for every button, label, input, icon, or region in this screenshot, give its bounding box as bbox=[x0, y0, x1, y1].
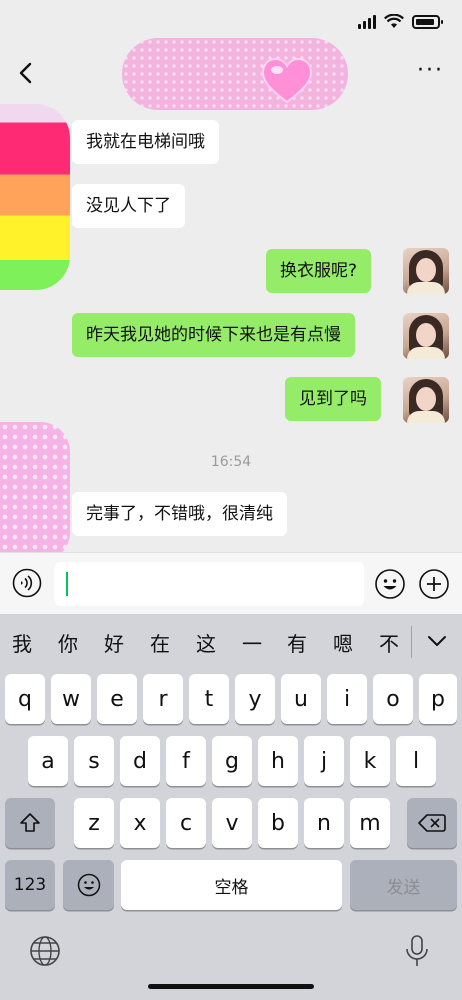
chat-header: ··· bbox=[0, 48, 462, 100]
candidate-word[interactable]: 你 bbox=[53, 628, 83, 657]
key-d[interactable]: d bbox=[120, 736, 160, 786]
key-k[interactable]: k bbox=[350, 736, 390, 786]
input-bar bbox=[0, 552, 462, 614]
key-z[interactable]: z bbox=[74, 798, 114, 848]
candidate-word[interactable]: 在 bbox=[145, 628, 175, 657]
shift-key[interactable] bbox=[5, 798, 55, 848]
voice-icon[interactable] bbox=[12, 568, 42, 598]
key-m[interactable]: m bbox=[350, 798, 390, 848]
message-timestamp: 16:54 bbox=[210, 454, 252, 470]
key-o[interactable]: o bbox=[373, 674, 413, 724]
emoji-icon bbox=[77, 873, 100, 897]
battery-icon bbox=[412, 14, 443, 29]
key-r[interactable]: r bbox=[143, 674, 183, 724]
message-bubble[interactable]: 完事了，不错哦，很清纯 bbox=[72, 492, 287, 536]
key-b[interactable]: b bbox=[258, 798, 298, 848]
candidate-word[interactable]: 嗯 bbox=[328, 628, 358, 657]
key-j[interactable]: j bbox=[304, 736, 344, 786]
key-g[interactable]: g bbox=[212, 736, 252, 786]
avatar[interactable] bbox=[403, 313, 449, 359]
candidate-bar: 我 你 好 在 这 一 有 嗯 不 bbox=[0, 614, 462, 668]
shift-icon bbox=[20, 813, 40, 832]
key-q[interactable]: q bbox=[5, 674, 45, 724]
message-bubble[interactable]: 我就在电梯间哦 bbox=[72, 120, 219, 164]
key-w[interactable]: w bbox=[51, 674, 91, 724]
keyboard: 我 你 好 在 这 一 有 嗯 不 q w e r t y u i o p a … bbox=[0, 614, 462, 1000]
candidate-word[interactable]: 不 bbox=[374, 628, 404, 657]
key-i[interactable]: i bbox=[327, 674, 367, 724]
space-key[interactable]: 空格 bbox=[121, 860, 342, 910]
avatar[interactable] bbox=[403, 377, 449, 423]
emoji-icon[interactable] bbox=[374, 568, 406, 600]
key-n[interactable]: n bbox=[304, 798, 344, 848]
backspace-key[interactable] bbox=[407, 798, 457, 848]
candidate-word[interactable]: 一 bbox=[237, 628, 267, 657]
candidate-word[interactable]: 这 bbox=[191, 628, 221, 657]
key-t[interactable]: t bbox=[189, 674, 229, 724]
key-e[interactable]: e bbox=[97, 674, 137, 724]
key-s[interactable]: s bbox=[74, 736, 114, 786]
message-bubble[interactable]: 见到了吗 bbox=[285, 377, 381, 421]
chevron-left-icon[interactable] bbox=[14, 60, 40, 86]
numbers-key[interactable]: 123 bbox=[5, 860, 55, 910]
avatar[interactable] bbox=[403, 248, 449, 294]
candidate-divider bbox=[411, 626, 412, 658]
key-f[interactable]: f bbox=[166, 736, 206, 786]
key-c[interactable]: c bbox=[166, 798, 206, 848]
more-button[interactable]: ··· bbox=[417, 60, 444, 82]
status-bar bbox=[0, 0, 462, 48]
key-p[interactable]: p bbox=[419, 674, 457, 724]
key-v[interactable]: v bbox=[212, 798, 252, 848]
cellular-signal-icon bbox=[358, 14, 376, 29]
wifi-icon bbox=[384, 14, 404, 28]
candidate-word[interactable]: 有 bbox=[282, 628, 312, 657]
send-key[interactable]: 发送 bbox=[350, 860, 457, 910]
message-bubble[interactable]: 换衣服呢? bbox=[266, 249, 372, 293]
key-y[interactable]: y bbox=[235, 674, 275, 724]
message-bubble[interactable]: 没见人下了 bbox=[72, 184, 185, 228]
backspace-icon bbox=[418, 814, 446, 832]
candidate-word[interactable]: 好 bbox=[99, 628, 129, 657]
chevron-down-icon[interactable] bbox=[424, 628, 450, 654]
message-bubble[interactable]: 昨天我见她的时候下来也是有点慢 bbox=[72, 313, 355, 357]
home-indicator bbox=[148, 984, 314, 989]
key-a[interactable]: a bbox=[28, 736, 68, 786]
chat-messages: 我就在电梯间哦 没见人下了 换衣服呢? 昨天我见她的时候下来也是有点慢 见到了吗… bbox=[0, 100, 462, 552]
globe-icon[interactable] bbox=[28, 934, 62, 968]
microphone-icon[interactable] bbox=[404, 934, 430, 968]
key-x[interactable]: x bbox=[120, 798, 160, 848]
text-caret bbox=[66, 572, 68, 596]
plus-icon[interactable] bbox=[418, 568, 450, 600]
key-h[interactable]: h bbox=[258, 736, 298, 786]
candidate-word[interactable]: 我 bbox=[7, 628, 37, 657]
key-l[interactable]: l bbox=[396, 736, 436, 786]
message-input[interactable] bbox=[54, 562, 364, 606]
key-u[interactable]: u bbox=[281, 674, 321, 724]
emoji-key[interactable] bbox=[63, 860, 114, 910]
